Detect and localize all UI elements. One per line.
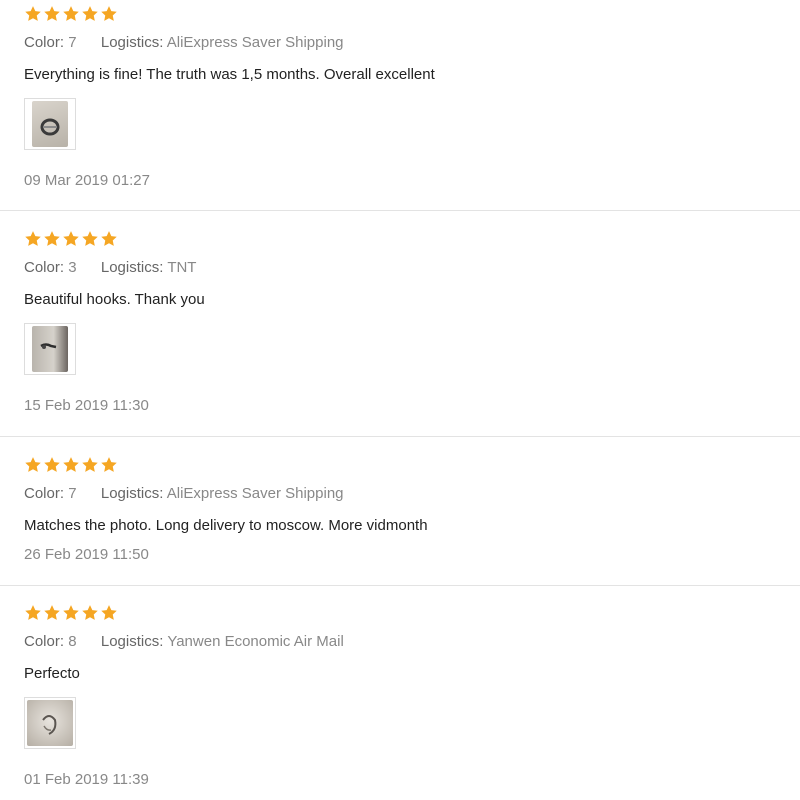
star-icon [43,230,61,248]
reviews-list: Color: 7 Logistics: AliExpress Saver Shi… [0,0,800,800]
review-date: 26 Feb 2019 11:50 [24,546,149,563]
star-icon [62,230,80,248]
review-item: Color: 7 Logistics: AliExpress Saver Shi… [0,437,800,586]
rating-stars [24,5,118,23]
color-value: 3 [68,259,77,276]
star-icon [24,230,42,248]
logistics-label: Logistics: [100,485,164,502]
star-icon [62,5,80,23]
review-meta: Color: 7 Logistics: AliExpress Saver Shi… [24,485,344,502]
logistics-value: Yanwen Economic Air Mail [167,633,344,650]
color-label: Color: [24,259,65,276]
star-icon [43,5,61,23]
logistics-value: TNT [167,259,197,276]
color-label: Color: [24,485,65,502]
review-date: 15 Feb 2019 11:30 [24,397,149,414]
review-text: Perfecto [24,665,80,682]
star-icon [81,230,99,248]
logistics-value: AliExpress Saver Shipping [166,485,344,502]
color-value: 7 [68,485,77,502]
review-meta: Color: 3 Logistics: TNT [24,259,196,276]
rating-stars [24,456,118,474]
review-date: 09 Mar 2019 01:27 [24,172,150,189]
review-text: Beautiful hooks. Thank you [24,291,205,308]
color-value: 8 [68,633,77,650]
star-icon [100,456,118,474]
review-text: Matches the photo. Long delivery to mosc… [24,517,428,534]
logistics-value: AliExpress Saver Shipping [166,34,344,51]
star-icon [43,604,61,622]
star-icon [62,604,80,622]
star-icon [62,456,80,474]
star-icon [100,5,118,23]
star-icon [81,5,99,23]
review-photo [32,101,68,147]
review-photo [32,326,68,372]
review-photo [27,700,73,746]
review-item: Color: 3 Logistics: TNT Beautiful hooks.… [0,211,800,437]
review-photo-thumbnail[interactable] [24,697,76,749]
star-icon [24,5,42,23]
review-item: Color: 8 Logistics: Yanwen Economic Air … [0,586,800,800]
color-label: Color: [24,34,65,51]
review-meta: Color: 7 Logistics: AliExpress Saver Shi… [24,34,344,51]
review-item: Color: 7 Logistics: AliExpress Saver Shi… [0,0,800,211]
review-date: 01 Feb 2019 11:39 [24,771,149,788]
review-meta: Color: 8 Logistics: Yanwen Economic Air … [24,633,344,650]
star-icon [24,456,42,474]
star-icon [100,604,118,622]
color-value: 7 [68,34,77,51]
review-photo-thumbnail[interactable] [24,323,76,375]
star-icon [81,456,99,474]
review-text: Everything is fine! The truth was 1,5 mo… [24,66,435,83]
rating-stars [24,230,118,248]
review-photo-thumbnail[interactable] [24,98,76,150]
logistics-label: Logistics: [100,633,164,650]
star-icon [24,604,42,622]
star-icon [81,604,99,622]
rating-stars [24,604,118,622]
logistics-label: Logistics: [100,34,164,51]
logistics-label: Logistics: [100,259,164,276]
color-label: Color: [24,633,65,650]
star-icon [43,456,61,474]
star-icon [100,230,118,248]
